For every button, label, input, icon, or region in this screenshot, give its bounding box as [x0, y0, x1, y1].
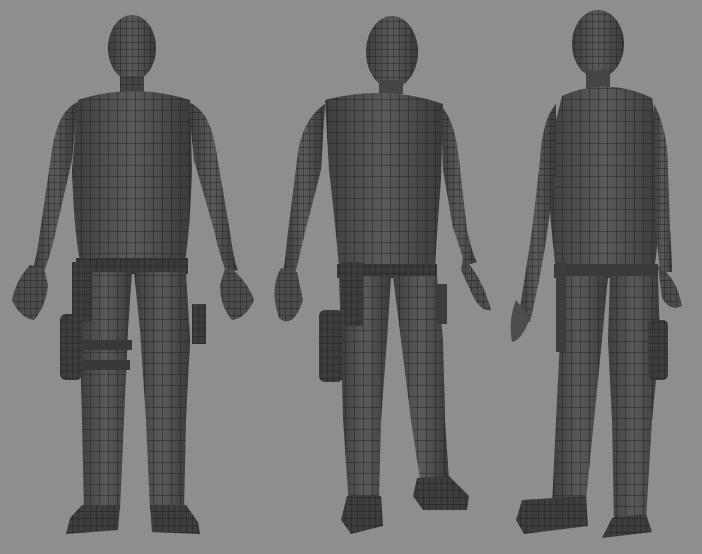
character-three-quarter-view	[255, 0, 505, 554]
character-three-quarter-mesh	[274, 16, 491, 534]
character-front-mesh	[12, 15, 254, 534]
character-front-view	[0, 0, 290, 554]
character-back-mesh	[510, 10, 682, 538]
character-back-view	[490, 0, 702, 554]
model-viewport[interactable]	[0, 0, 702, 554]
